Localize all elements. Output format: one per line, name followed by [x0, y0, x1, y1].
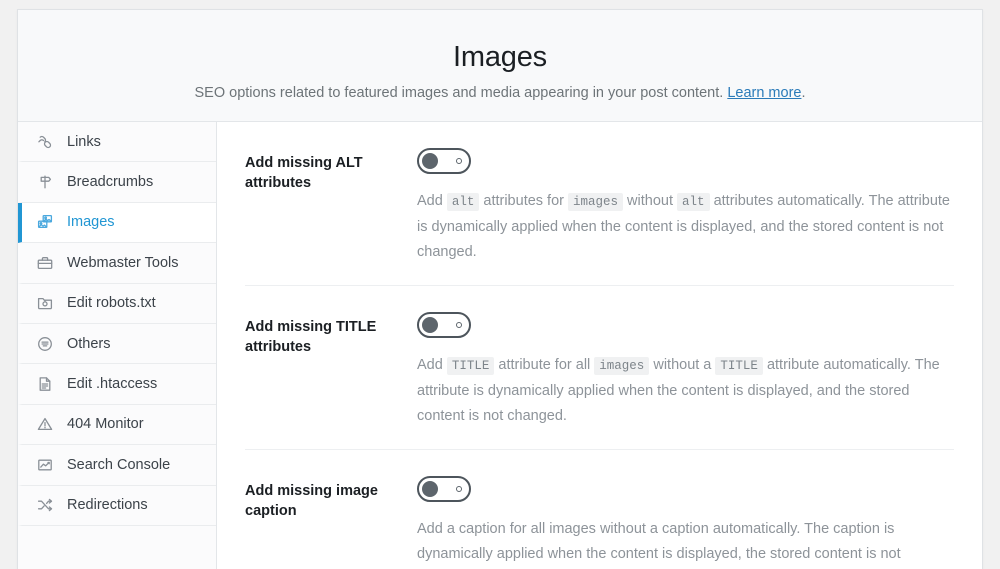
setting-control: Add a caption for all images without a c…: [417, 476, 954, 569]
setting-label: Add missing TITLE attributes: [245, 319, 377, 355]
description-text: attributes for: [479, 193, 569, 209]
sidebar-item-redirections[interactable]: Redirections: [18, 485, 216, 526]
toggle-switch[interactable]: [417, 476, 471, 502]
sidebar-item-edit-robots-txt[interactable]: Edit robots.txt: [18, 283, 216, 324]
briefcase-icon: [34, 252, 56, 274]
sidebar-item-404-monitor[interactable]: 404 Monitor: [18, 404, 216, 446]
sidebar-item-links[interactable]: Links: [18, 122, 216, 163]
sidebar-item-label: Webmaster Tools: [67, 254, 179, 271]
setting-label: Add missing image caption: [245, 483, 378, 519]
inline-code: images: [568, 193, 624, 211]
shuffle-arrows-icon: [34, 494, 56, 516]
sidebar-item-label: Edit .htaccess: [67, 376, 158, 393]
chain-link-icon: [34, 131, 56, 153]
page-subtitle: SEO options related to featured images a…: [18, 83, 982, 103]
chart-box-icon: [34, 454, 56, 476]
setting-row: Add missing TITLE attributes Add TITLE at…: [245, 286, 954, 450]
sidebar-item-label: Breadcrumbs: [67, 174, 154, 191]
description-text: attribute for all: [494, 357, 595, 373]
inline-code: alt: [446, 193, 480, 211]
description-text: without a: [649, 357, 716, 373]
toggle-knob: [422, 481, 438, 497]
page-subtitle-text: SEO options related to featured images a…: [194, 85, 724, 101]
document-icon: [34, 373, 56, 395]
toggle-knob: [422, 317, 438, 333]
sidebar-item-label: Edit robots.txt: [67, 295, 156, 312]
inline-code: TITLE: [446, 357, 495, 375]
sidebar-item-label: 404 Monitor: [67, 416, 144, 433]
sidebar-item-others[interactable]: Others: [18, 323, 216, 365]
sidebar-item-webmaster-tools[interactable]: Webmaster Tools: [18, 243, 216, 284]
sidebar-item-label: Others: [67, 335, 111, 352]
learn-more-link[interactable]: Learn more: [727, 85, 801, 101]
sidebar-item-label: Search Console: [67, 456, 171, 473]
setting-control: Add alt attributes for images without al…: [417, 148, 954, 265]
panel-body: Links Breadcrumbs Images Webmaster Tools: [18, 122, 982, 569]
settings-content: Add missing ALT attributes Add alt attrib…: [217, 122, 982, 569]
warning-triangle-icon: [34, 413, 56, 435]
setting-description: Add a caption for all images without a c…: [417, 517, 954, 569]
toggle-switch[interactable]: [417, 148, 471, 174]
setting-control: Add TITLE attribute for all images witho…: [417, 312, 954, 429]
toggle-switch[interactable]: [417, 312, 471, 338]
images-icon: [34, 211, 56, 233]
description-text: Add: [417, 357, 447, 373]
setting-description: Add TITLE attribute for all images witho…: [417, 353, 954, 429]
toggle-off-indicator-icon: [456, 158, 462, 164]
description-text: without: [623, 193, 678, 209]
description-text: Add: [417, 193, 447, 209]
robot-folder-icon: [34, 292, 56, 314]
setting-label: Add missing ALT attributes: [245, 155, 363, 191]
page-subtitle-suffix: .: [801, 85, 806, 101]
setting-row: Add missing ALT attributes Add alt attrib…: [245, 122, 954, 286]
toggle-knob: [422, 153, 438, 169]
sidebar-item-label: Images: [67, 214, 115, 231]
sidebar-item-label: Redirections: [67, 497, 148, 514]
sidebar-item-images[interactable]: Images: [18, 202, 216, 244]
sidebar-item-search-console[interactable]: Search Console: [18, 445, 216, 486]
sidebar-nav: Links Breadcrumbs Images Webmaster Tools: [18, 122, 217, 569]
inline-code: TITLE: [715, 357, 763, 375]
description-text: Add a caption for all images without a c…: [417, 521, 901, 562]
sidebar-item-edit-htaccess[interactable]: Edit .htaccess: [18, 364, 216, 405]
signpost-icon: [34, 171, 56, 193]
toggle-off-indicator-icon: [456, 322, 462, 328]
panel-header: Images SEO options related to featured i…: [18, 10, 982, 122]
settings-panel: Images SEO options related to featured i…: [17, 9, 983, 569]
toggle-off-indicator-icon: [456, 486, 462, 492]
sidebar-item-breadcrumbs[interactable]: Breadcrumbs: [18, 162, 216, 203]
sidebar-item-label: Links: [67, 133, 101, 150]
setting-description: Add alt attributes for images without al…: [417, 189, 954, 265]
list-circle-icon: [34, 333, 56, 355]
inline-code: alt: [677, 193, 710, 211]
page-title: Images: [453, 41, 547, 73]
inline-code: images: [594, 357, 650, 375]
setting-row: Add missing image caption Add a caption f…: [245, 450, 954, 569]
